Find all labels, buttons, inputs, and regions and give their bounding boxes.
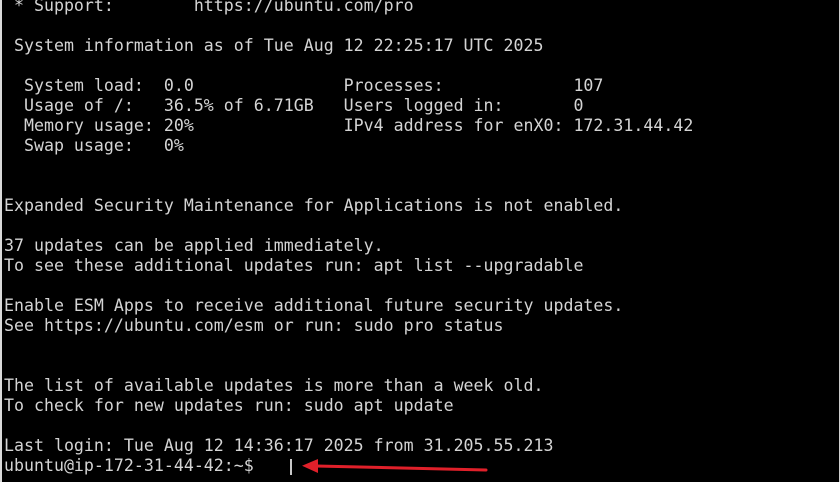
- terminal-line-esm-apps: Enable ESM Apps to receive additional fu…: [4, 296, 624, 315]
- terminal-line-memory: Memory usage: 20% IPv4 address for enX0:…: [4, 116, 694, 135]
- text-cursor: [290, 459, 292, 475]
- terminal-line-apt-update: To check for new updates run: sudo apt u…: [4, 396, 454, 415]
- terminal-window[interactable]: * Support: https://ubuntu.com/pro System…: [0, 0, 840, 482]
- terminal-line-support: * Support: https://ubuntu.com/pro: [4, 0, 414, 15]
- terminal-line-updates-count: 37 updates can be applied immediately.: [4, 236, 384, 255]
- terminal-line-esm-notice: Expanded Security Maintenance for Applic…: [4, 196, 624, 215]
- terminal-line-esm-link: See https://ubuntu.com/esm or run: sudo …: [4, 316, 504, 335]
- terminal-line-updates-hint: To see these additional updates run: apt…: [4, 256, 584, 275]
- terminal-line-sysinfo-header: System information as of Tue Aug 12 22:2…: [4, 36, 544, 55]
- terminal-line-swap: Swap usage: 0%: [4, 136, 184, 155]
- terminal-line-list-old: The list of available updates is more th…: [4, 376, 544, 395]
- terminal-prompt[interactable]: ubuntu@ip-172-31-44-42:~$: [4, 456, 839, 476]
- terminal-line-usage: Usage of /: 36.5% of 6.71GB Users logged…: [4, 96, 584, 115]
- terminal-line-system-load: System load: 0.0 Processes: 107: [4, 76, 604, 95]
- terminal-line-last-login: Last login: Tue Aug 12 14:36:17 2025 fro…: [4, 436, 554, 455]
